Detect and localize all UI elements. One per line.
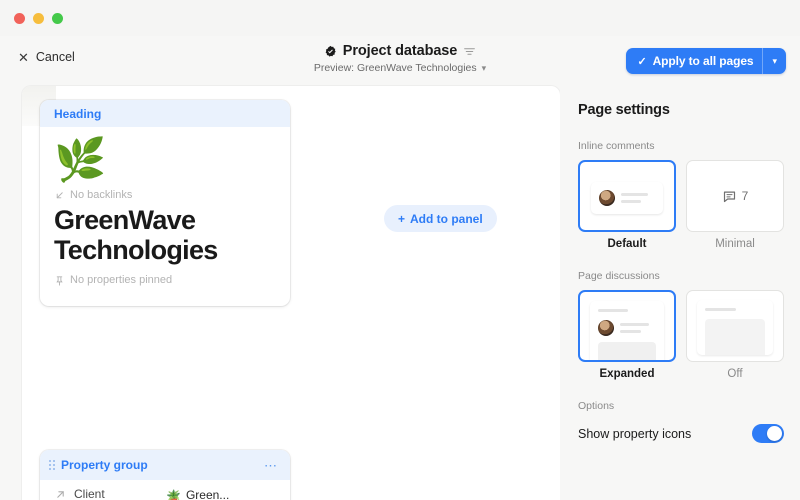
property-key-label: Client xyxy=(74,487,105,500)
property-value[interactable]: 🪴 Green... xyxy=(166,487,229,500)
property-group-title: Property group xyxy=(61,458,148,472)
minimize-window-button[interactable] xyxy=(33,13,44,24)
preview-selector[interactable]: Preview: GreenWave Technologies ▾ xyxy=(314,62,486,74)
client-emoji-icon: 🪴 xyxy=(166,488,181,500)
option-caption: Default xyxy=(578,238,676,250)
inline-comments-label: Inline comments xyxy=(578,140,784,152)
window-titlebar xyxy=(0,0,800,36)
text-placeholder-lines xyxy=(620,323,656,333)
discussion-preview-card xyxy=(590,301,664,360)
property-value-label: Green... xyxy=(186,487,229,500)
backlinks-row[interactable]: No backlinks xyxy=(54,189,276,201)
arrow-up-right-icon xyxy=(54,488,67,500)
property-key: Client xyxy=(54,487,166,500)
page-card-title: GreenWave Technologies xyxy=(54,205,276,265)
preview-label: Preview: GreenWave Technologies xyxy=(314,62,477,74)
option-thumbnail xyxy=(578,290,676,362)
option-page-discussions-off[interactable]: Off xyxy=(686,290,784,380)
page-discussions-options: Expanded Off xyxy=(578,290,784,380)
pinned-label: No properties pinned xyxy=(70,274,172,286)
comment-count-preview: 7 xyxy=(687,161,783,231)
pin-icon xyxy=(54,275,65,286)
apply-main-action[interactable]: ✓ Apply to all pages xyxy=(626,54,762,68)
pinned-properties-row[interactable]: No properties pinned xyxy=(54,274,276,286)
filter-icon[interactable] xyxy=(463,45,476,58)
property-group-header[interactable]: Property group ⋯ xyxy=(40,450,290,480)
avatar xyxy=(599,190,615,206)
text-placeholder-lines xyxy=(621,193,655,203)
option-inline-comments-default[interactable]: Default xyxy=(578,160,676,250)
option-caption: Minimal xyxy=(686,238,784,250)
title-row: Project database xyxy=(324,43,476,59)
drag-handle-icon[interactable] xyxy=(49,460,55,470)
app-window: ✕ Cancel Project database P xyxy=(0,0,800,500)
option-page-discussions-expanded[interactable]: Expanded xyxy=(578,290,676,380)
more-horizontal-icon[interactable]: ⋯ xyxy=(264,459,278,472)
check-icon: ✓ xyxy=(637,55,646,68)
apply-to-all-pages-button[interactable]: ✓ Apply to all pages ▾ xyxy=(626,48,786,74)
page-discussions-label: Page discussions xyxy=(578,270,784,282)
page-settings-panel: Page settings Inline comments Default xyxy=(560,86,800,500)
chevron-down-icon: ▾ xyxy=(482,63,487,74)
property-group-header-left: Property group xyxy=(49,458,148,472)
show-property-icons-row[interactable]: Show property icons xyxy=(578,424,784,443)
option-thumbnail xyxy=(578,160,676,232)
add-to-panel-label: Add to panel xyxy=(410,212,483,226)
add-to-panel-button[interactable]: + Add to panel xyxy=(384,205,497,232)
toggle-knob xyxy=(767,426,782,441)
backlinks-label: No backlinks xyxy=(70,189,132,201)
apply-label: Apply to all pages xyxy=(653,54,754,68)
show-property-icons-toggle[interactable] xyxy=(752,424,784,443)
option-caption: Off xyxy=(686,368,784,380)
options-label: Options xyxy=(578,400,784,412)
page-emoji-icon[interactable]: 🌿 xyxy=(54,139,276,181)
heading-band[interactable]: Heading xyxy=(40,100,290,127)
table-row[interactable]: Client 🪴 Green... xyxy=(40,480,290,500)
page-preview-card[interactable]: Heading 🌿 No backlinks GreenWave Technol… xyxy=(40,100,290,306)
settings-title: Page settings xyxy=(578,102,784,118)
option-inline-comments-minimal[interactable]: 7 Minimal xyxy=(686,160,784,250)
close-window-button[interactable] xyxy=(14,13,25,24)
apply-dropdown-toggle[interactable]: ▾ xyxy=(763,56,786,67)
plus-icon: + xyxy=(398,212,405,226)
option-thumbnail: 7 xyxy=(686,160,784,232)
show-property-icons-label: Show property icons xyxy=(578,427,691,441)
avatar xyxy=(598,320,614,336)
content-block-placeholder xyxy=(598,342,656,360)
option-thumbnail xyxy=(686,290,784,362)
page-card-body: 🌿 No backlinks GreenWave Technologies xyxy=(40,127,290,306)
traffic-lights xyxy=(0,13,63,24)
toolbar: ✕ Cancel Project database P xyxy=(0,36,800,86)
inline-comments-options: Default 7 Minimal xyxy=(578,160,784,250)
chevron-down-icon: ▾ xyxy=(772,56,777,66)
comment-count: 7 xyxy=(742,189,749,203)
page-title: Project database xyxy=(343,43,457,59)
property-group-card[interactable]: Property group ⋯ Client 🪴 Green. xyxy=(40,450,290,500)
heading-label: Heading xyxy=(54,107,101,121)
verified-badge-icon xyxy=(324,45,337,58)
option-caption: Expanded xyxy=(578,368,676,380)
arrow-down-left-icon xyxy=(54,190,65,201)
content-block-placeholder xyxy=(705,319,765,355)
discussion-off-preview xyxy=(697,300,773,355)
comment-icon xyxy=(722,189,737,204)
comment-preview-card xyxy=(591,182,663,214)
maximize-window-button[interactable] xyxy=(52,13,63,24)
